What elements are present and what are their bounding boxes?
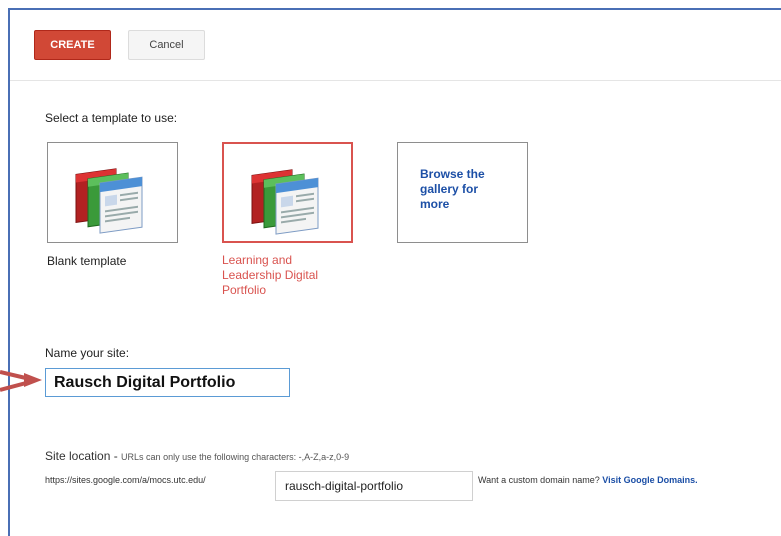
visit-google-domains-link[interactable]: Visit Google Domains. (602, 475, 697, 485)
template-learning-leadership[interactable] (222, 142, 353, 243)
site-template-icon (75, 168, 143, 234)
template-browse-gallery[interactable]: Browse the gallery for more (397, 142, 528, 243)
template-blank-label: Blank template (47, 254, 127, 268)
site-name-input[interactable] (45, 368, 290, 397)
site-location-separator: - (110, 449, 122, 463)
custom-domain-row: Want a custom domain name? Visit Google … (478, 475, 698, 485)
custom-domain-prompt: Want a custom domain name? (478, 475, 600, 485)
site-name-label: Name your site: (45, 346, 130, 360)
create-button[interactable]: CREATE (34, 30, 111, 60)
site-location-row: Site location - URLs can only use the fo… (45, 449, 349, 463)
site-location-hint: URLs can only use the following characte… (121, 452, 350, 462)
cancel-button[interactable]: Cancel (128, 30, 205, 60)
base-url-prefix: https://sites.google.com/a/mocs.utc.edu/ (45, 475, 206, 485)
site-template-icon (251, 169, 319, 235)
browse-gallery-link[interactable]: Browse the gallery for more (420, 167, 510, 212)
annotation-arrow (0, 370, 42, 392)
template-learning-leadership-label: Learning and Leadership Digital Portfoli… (222, 253, 319, 297)
site-location-label: Site location (45, 449, 111, 463)
template-blank[interactable] (47, 142, 178, 243)
site-url-input[interactable] (275, 471, 473, 501)
toolbar: CREATE Cancel (10, 10, 781, 81)
template-heading: Select a template to use: (45, 111, 178, 125)
